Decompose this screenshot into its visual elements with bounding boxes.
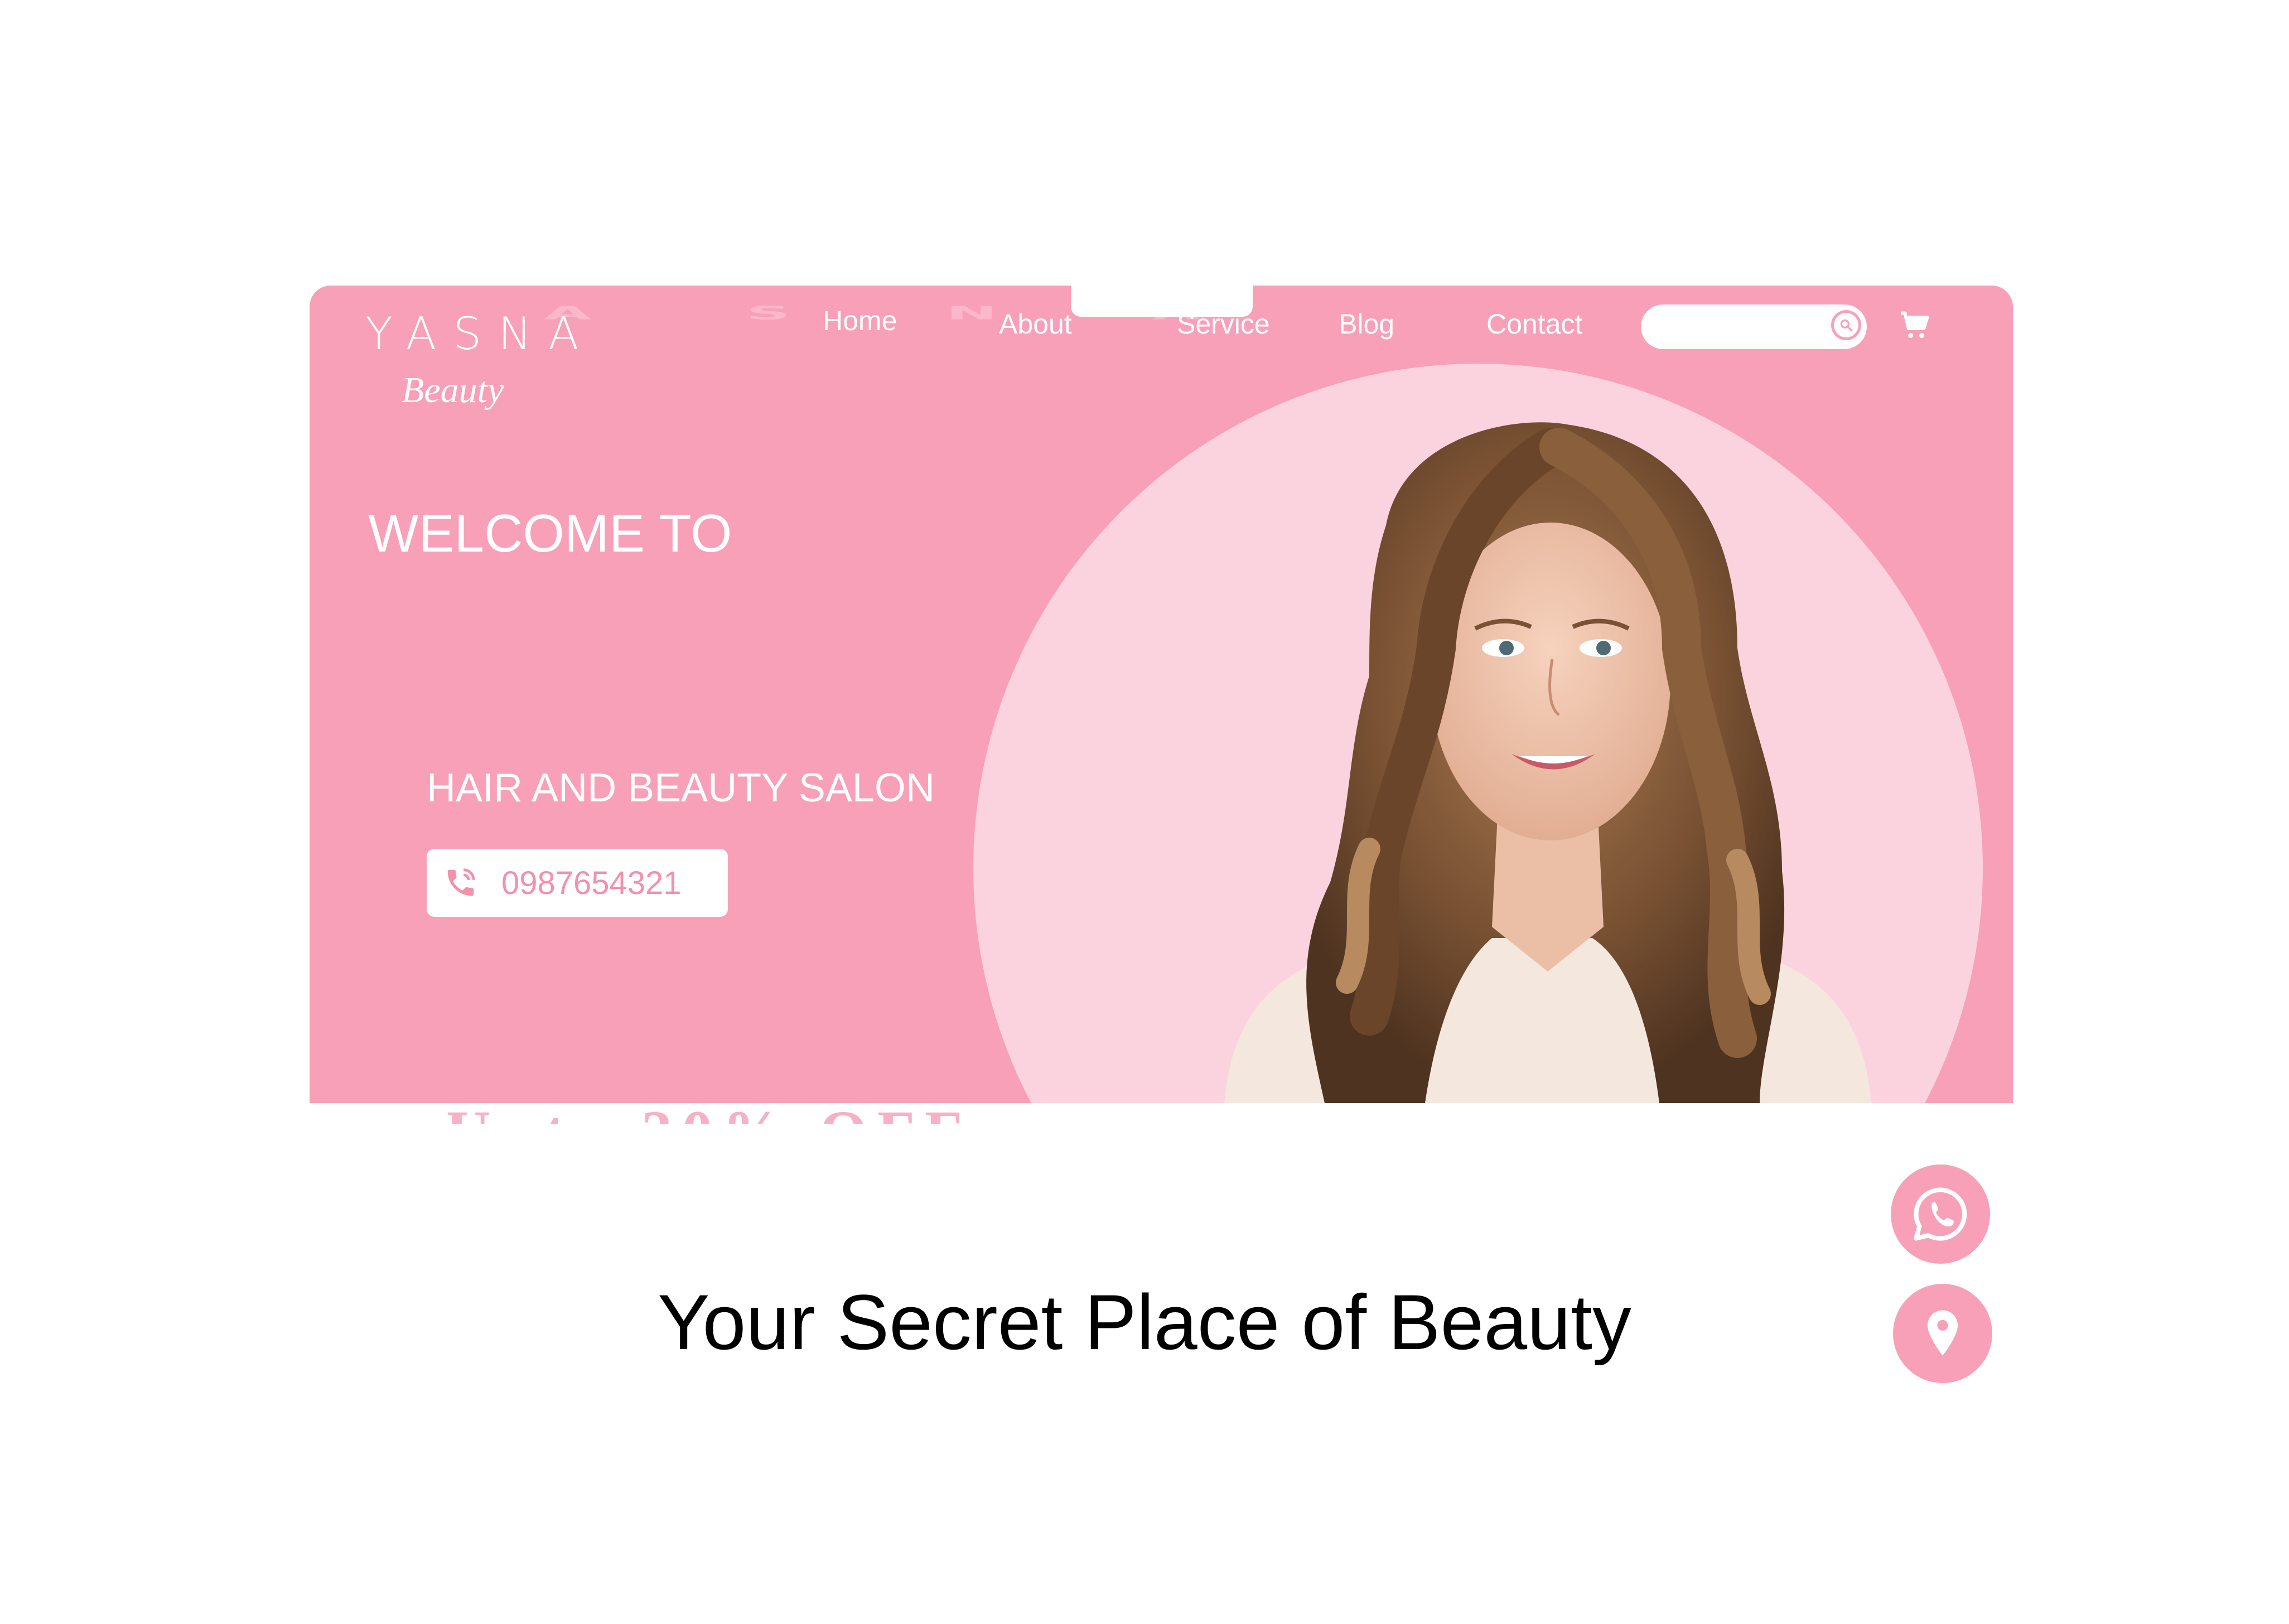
- top-notch: [1071, 282, 1253, 317]
- hero-banner: A S N A YASNA Beauty Home About Service …: [310, 286, 2013, 1103]
- promo-banner: Upto 20% OFF: [446, 1101, 972, 1124]
- hero-salon-subtitle: HAIR AND BEAUTY SALON: [427, 766, 935, 810]
- search-icon[interactable]: [1831, 310, 1861, 340]
- brand-subtitle: Beauty: [402, 370, 504, 410]
- tagline-heading: Your Secret Place of Beauty: [658, 1278, 1631, 1366]
- whatsapp-button[interactable]: [1891, 1164, 1990, 1264]
- brand-name: YASNA: [365, 308, 596, 360]
- search-input[interactable]: [1641, 304, 1867, 349]
- whatsapp-icon: [1914, 1187, 1967, 1241]
- nav-blog[interactable]: Blog: [1339, 308, 1394, 340]
- nav-about[interactable]: About: [999, 308, 1072, 340]
- phone-icon: [443, 866, 478, 900]
- nav-home[interactable]: Home: [823, 304, 897, 337]
- nav-contact[interactable]: Contact: [1486, 308, 1582, 340]
- hero-welcome-heading: WELCOME TO: [368, 504, 732, 563]
- brand-logo[interactable]: YASNA Beauty: [365, 308, 579, 419]
- cart-icon[interactable]: [1898, 309, 1931, 342]
- model-photo: [1202, 414, 1894, 1103]
- phone-number: 0987654321: [501, 865, 682, 901]
- call-button[interactable]: 0987654321: [427, 849, 728, 917]
